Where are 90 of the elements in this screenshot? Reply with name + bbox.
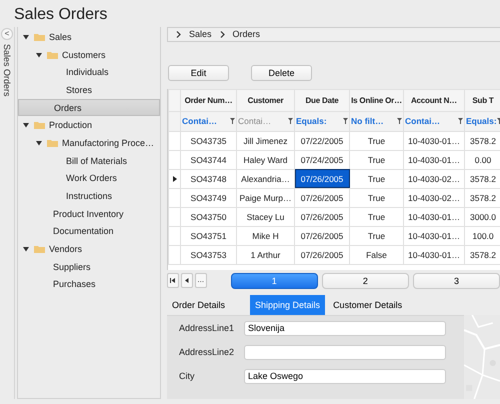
- tab[interactable]: Shipping Details: [250, 295, 326, 315]
- page-button[interactable]: 2: [322, 272, 409, 289]
- tree-item[interactable]: Sales: [49, 32, 72, 42]
- table-cell[interactable]: True: [350, 226, 404, 246]
- tree-item[interactable]: Suppliers: [53, 262, 91, 272]
- filter-icon: [496, 118, 500, 124]
- table-cell[interactable]: False: [350, 245, 404, 264]
- column-header[interactable]: Account N…: [404, 89, 464, 112]
- table-cell[interactable]: 07/26/2005: [294, 226, 350, 246]
- folder-icon: [34, 32, 45, 41]
- expand-arrow-icon[interactable]: [23, 34, 29, 40]
- column-header[interactable]: Is Online Or…: [350, 89, 404, 112]
- tree-item[interactable]: Bill of Materials: [66, 156, 128, 166]
- tree-item[interactable]: Orders: [18, 98, 160, 116]
- folder-icon: [47, 50, 58, 59]
- tree-item[interactable]: Production: [49, 120, 92, 130]
- page-button[interactable]: 1: [230, 272, 318, 289]
- table-cell[interactable]: 07/26/2005: [294, 188, 350, 208]
- table-cell[interactable]: 07/26/2005: [294, 245, 350, 264]
- tree-item[interactable]: Vendors: [49, 244, 82, 254]
- column-header[interactable]: Sub T: [464, 89, 500, 112]
- field-label: City: [179, 371, 196, 381]
- breadcrumb-link[interactable]: Sales: [189, 29, 212, 40]
- table-cell[interactable]: True: [350, 207, 404, 226]
- folder-icon: [34, 245, 45, 254]
- table-cell[interactable]: True: [350, 131, 404, 150]
- table-cell[interactable]: Paige Murp…: [236, 188, 294, 208]
- tab[interactable]: Customer Details: [328, 295, 408, 315]
- table-cell[interactable]: True: [350, 169, 404, 188]
- table-cell[interactable]: Jill Jimenez: [236, 131, 294, 150]
- toolbar-button[interactable]: Edit: [168, 64, 229, 81]
- tree-item[interactable]: Stores: [66, 84, 92, 95]
- first-page-icon: [170, 278, 176, 284]
- field-label: AddressLine2: [179, 347, 236, 357]
- tab[interactable]: Order Details: [167, 295, 230, 315]
- column-header[interactable]: Order Num…: [180, 89, 236, 112]
- column-header[interactable]: Customer: [236, 89, 294, 112]
- expand-arrow-icon[interactable]: [36, 52, 42, 58]
- table-cell[interactable]: True: [350, 188, 404, 208]
- table-cell[interactable]: SO43744: [180, 150, 236, 170]
- previous-page-button[interactable]: [180, 273, 193, 288]
- tree-item[interactable]: Product Inventory: [53, 208, 124, 219]
- tree-item[interactable]: Instructions: [66, 191, 112, 202]
- chevron-icon: [176, 30, 181, 38]
- table-cell[interactable]: 10-4030-01…: [404, 245, 464, 264]
- previous-icon: [184, 278, 190, 284]
- window-title: Sales Orders: [13, 5, 108, 25]
- tree-item[interactable]: Work Orders: [66, 173, 117, 184]
- table-cell[interactable]: SO43750: [180, 207, 236, 226]
- chevron-icon: [220, 30, 225, 38]
- table-cell[interactable]: Stacey Lu: [236, 207, 294, 226]
- table-cell[interactable]: 07/22/2005: [294, 131, 350, 150]
- table-cell[interactable]: 10-4030-01…: [404, 226, 464, 246]
- tree-item[interactable]: Customers: [62, 50, 106, 60]
- expand-arrow-icon[interactable]: [36, 140, 42, 146]
- table-cell[interactable]: 1 Arthur: [236, 245, 294, 264]
- panel-title: Sales Orders: [2, 44, 12, 97]
- table-cell[interactable]: SO43751: [180, 226, 236, 246]
- table-cell[interactable]: 07/26/2005: [294, 207, 350, 226]
- input-field[interactable]: Slovenija: [244, 320, 446, 336]
- table-cell[interactable]: SO43749: [180, 188, 236, 208]
- field-label: AddressLine1: [179, 323, 236, 333]
- breadcrumb-link[interactable]: Orders: [232, 29, 260, 40]
- table-cell[interactable]: Mike H: [236, 226, 294, 246]
- tree-item[interactable]: Individuals: [66, 67, 109, 78]
- page-button[interactable]: 3: [412, 272, 500, 289]
- tree-item[interactable]: Manufactoring Proce…: [62, 138, 154, 148]
- table-cell[interactable]: SO43735: [180, 131, 236, 150]
- expand-arrow-icon[interactable]: [23, 122, 29, 128]
- table-cell[interactable]: 10-4030-01…: [404, 131, 464, 150]
- table-cell[interactable]: SO43748: [180, 169, 236, 188]
- input-field[interactable]: [244, 344, 446, 360]
- folder-icon: [47, 138, 58, 147]
- table-cell[interactable]: 10-4030-01…: [404, 150, 464, 170]
- table-cell[interactable]: Haley Ward: [236, 150, 294, 170]
- input-field[interactable]: Lake Oswego: [244, 368, 446, 384]
- tree-item[interactable]: Purchases: [53, 279, 96, 290]
- column-header[interactable]: Due Date: [294, 89, 350, 112]
- folder-icon: [34, 121, 45, 130]
- table-cell[interactable]: True: [350, 150, 404, 170]
- table-cell[interactable]: 10-4030-02…: [404, 169, 464, 188]
- toolbar-button[interactable]: Delete: [251, 64, 312, 81]
- expand-arrow-icon[interactable]: [23, 246, 29, 252]
- table-cell[interactable]: 10-4030-01…: [404, 207, 464, 226]
- first-page-button[interactable]: [167, 273, 179, 288]
- collapse-button[interactable]: <: [1, 28, 13, 40]
- table-cell[interactable]: SO43753: [180, 245, 236, 264]
- tree-item[interactable]: Documentation: [53, 226, 114, 236]
- table-cell[interactable]: 10-4030-02…: [404, 188, 464, 208]
- table-cell[interactable]: 07/26/2005: [294, 169, 350, 188]
